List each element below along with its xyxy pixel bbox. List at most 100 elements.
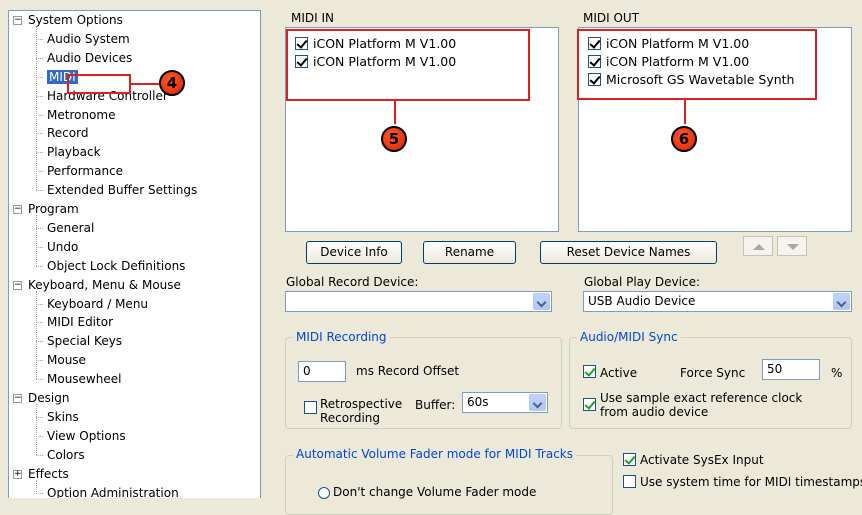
system-time-checkbox[interactable] — [623, 474, 636, 488]
tree-connector — [36, 133, 43, 135]
tree-item-label: Mouse — [47, 353, 86, 368]
tree-connector — [36, 341, 43, 343]
sync-active-checkbox[interactable] — [583, 364, 596, 378]
tree-item-label: Audio System — [47, 31, 130, 46]
tree-connector — [36, 435, 43, 437]
tree-leaf[interactable]: Colors — [47, 446, 85, 464]
tree-leaf[interactable]: Mousewheel — [47, 370, 121, 388]
tree-connector — [36, 265, 43, 267]
device-info-button[interactable]: Device Info — [306, 241, 402, 264]
callout-connector — [394, 101, 396, 124]
record-offset-input[interactable]: 0 — [298, 361, 346, 382]
fader-option-dont-change[interactable]: Don't change Volume Fader mode — [318, 485, 536, 499]
tree-item-label: MIDI Editor — [47, 315, 113, 330]
tree-item-label: Performance — [47, 164, 124, 179]
tree-item-label: Design — [28, 391, 70, 405]
sample-exact-checkbox[interactable] — [583, 397, 596, 411]
retrospective-checkbox[interactable] — [304, 400, 317, 414]
chevron-down-icon[interactable] — [533, 293, 550, 310]
tree-leaf[interactable]: General — [47, 219, 94, 237]
tree-leaf[interactable]: Mouse — [47, 351, 86, 369]
global-record-select[interactable] — [285, 291, 552, 312]
callout-connector — [131, 83, 159, 85]
tree-item-label: Effects — [28, 466, 69, 481]
tree-item-label: Audio Devices — [47, 50, 133, 65]
tree-connector — [36, 171, 43, 173]
tree-connector — [36, 152, 43, 154]
collapse-icon[interactable]: − — [13, 205, 22, 214]
rename-button[interactable]: Rename — [423, 241, 516, 264]
tree-connector — [36, 303, 43, 305]
midi-recording-title: MIDI Recording — [293, 330, 390, 344]
reset-device-names-button[interactable]: Reset Device Names — [540, 241, 717, 264]
triangle-down-icon — [787, 244, 799, 250]
tree-leaf[interactable]: Option Administration — [47, 484, 179, 499]
global-play-label: Global Play Device: — [584, 275, 701, 289]
callout-badge-6: 6 — [671, 126, 697, 152]
move-up-button[interactable] — [743, 236, 773, 256]
tree-leaf[interactable]: Playback — [47, 143, 101, 161]
buffer-select[interactable]: 60s — [462, 392, 548, 413]
buffer-label: Buffer: — [415, 398, 456, 412]
tree-leaf[interactable]: Undo — [47, 238, 78, 256]
tree-connector — [36, 246, 43, 248]
tree-item-label: View Options — [47, 428, 126, 443]
tree-leaf[interactable]: Performance — [47, 162, 123, 180]
tree-connector — [36, 215, 37, 266]
global-play-select[interactable]: USB Audio Device — [583, 291, 852, 312]
tree-node[interactable]: Effects — [28, 465, 69, 483]
force-sync-input[interactable]: 50 — [762, 359, 820, 380]
force-sync-label: Force Sync — [680, 366, 746, 380]
chevron-down-icon[interactable] — [833, 293, 850, 310]
tree-connector — [36, 404, 37, 455]
tree-connector — [36, 492, 43, 494]
retrospective-label-1: Retrospective — [320, 397, 403, 411]
tree-leaf[interactable]: Extended Buffer Settings — [47, 181, 197, 199]
tree-leaf[interactable]: MIDI Editor — [47, 313, 113, 331]
tree-item-label: Extended Buffer Settings — [47, 183, 198, 198]
tree-leaf[interactable]: Audio Devices — [47, 49, 132, 67]
tree-node[interactable]: Keyboard, Menu & Mouse — [28, 276, 181, 294]
midi-out-title: MIDI OUT — [583, 11, 640, 25]
tree-leaf[interactable]: Record — [47, 124, 88, 142]
volume-fader-title: Automatic Volume Fader mode for MIDI Tra… — [293, 447, 577, 461]
record-offset-label: ms Record Offset — [356, 364, 460, 378]
expand-icon[interactable]: + — [13, 469, 22, 479]
retrospective-label-2: Recording — [320, 411, 381, 425]
triangle-up-icon — [753, 244, 765, 250]
tree-connector — [36, 479, 37, 493]
tree-connector — [36, 416, 43, 418]
collapse-icon[interactable]: − — [13, 16, 22, 25]
tree-leaf[interactable]: Metronome — [47, 106, 115, 124]
move-down-button[interactable] — [777, 236, 807, 256]
radio-button[interactable] — [318, 486, 330, 499]
tree-connector — [36, 114, 43, 116]
tree-item-label: General — [47, 220, 95, 235]
global-record-label: Global Record Device: — [286, 275, 419, 289]
sample-exact-label-1: Use sample exact reference clock — [600, 391, 803, 405]
tree-leaf[interactable]: Skins — [47, 408, 79, 426]
tree-leaf[interactable]: Object Lock Definitions — [47, 257, 185, 275]
collapse-icon[interactable]: − — [13, 394, 22, 403]
tree-item-label: System Options — [28, 13, 123, 27]
tree-item-label: Colors — [47, 447, 85, 462]
tree-leaf[interactable]: View Options — [47, 427, 126, 445]
activate-sysex-checkbox[interactable] — [623, 452, 636, 466]
tree-item-label: Mousewheel — [47, 372, 122, 387]
tree-item-label: Skins — [47, 409, 79, 424]
tree-leaf[interactable]: Audio System — [47, 30, 130, 48]
tree-leaf[interactable]: Special Keys — [47, 332, 122, 350]
tree-item-label: Program — [28, 202, 79, 216]
tree-connector — [36, 190, 43, 192]
callout-highlight-midi-out — [577, 29, 817, 100]
system-time-label: Use system time for MIDI timestamps — [640, 475, 862, 489]
collapse-icon[interactable]: − — [13, 280, 22, 290]
tree-item-label: Keyboard, Menu & Mouse — [28, 277, 181, 292]
tree-item-label: Option Administration — [47, 485, 179, 499]
callout-badge-4: 4 — [159, 70, 185, 96]
tree-leaf[interactable]: Keyboard / Menu — [47, 295, 148, 313]
callout-highlight-midi-in — [286, 29, 530, 101]
chevron-down-icon[interactable] — [529, 394, 546, 411]
tree-node[interactable]: Design — [28, 389, 69, 407]
tree-node[interactable]: System Options — [28, 11, 123, 29]
